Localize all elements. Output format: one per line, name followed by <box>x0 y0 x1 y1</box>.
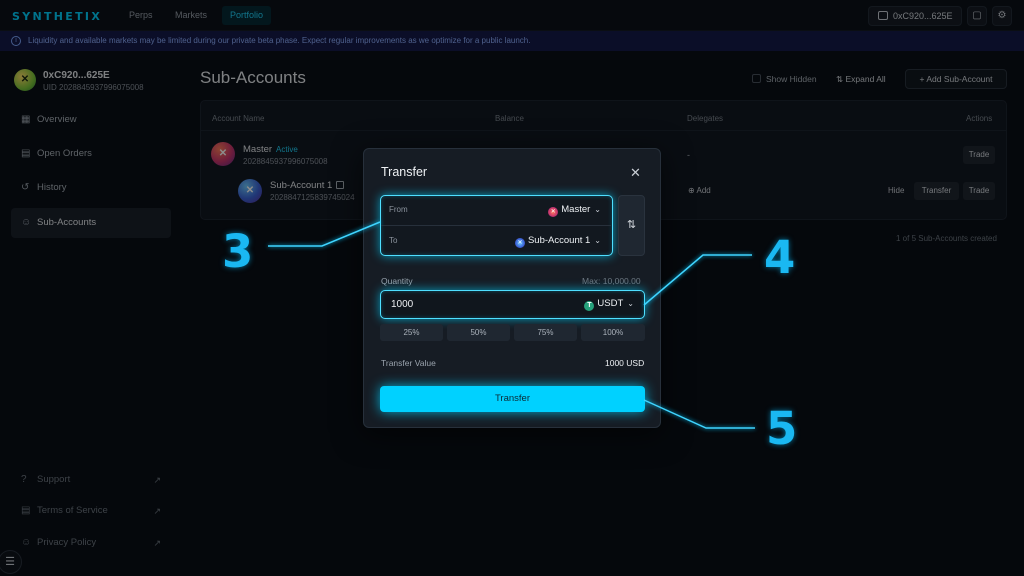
callout-number-4: 4 <box>764 231 796 284</box>
callout-line-5 <box>643 399 755 429</box>
callout-lines <box>268 221 755 429</box>
callout-line-3 <box>268 221 381 247</box>
callout-number-5: 5 <box>766 402 798 455</box>
callout-line-4 <box>643 254 752 306</box>
callout-number-3: 3 <box>222 225 254 278</box>
